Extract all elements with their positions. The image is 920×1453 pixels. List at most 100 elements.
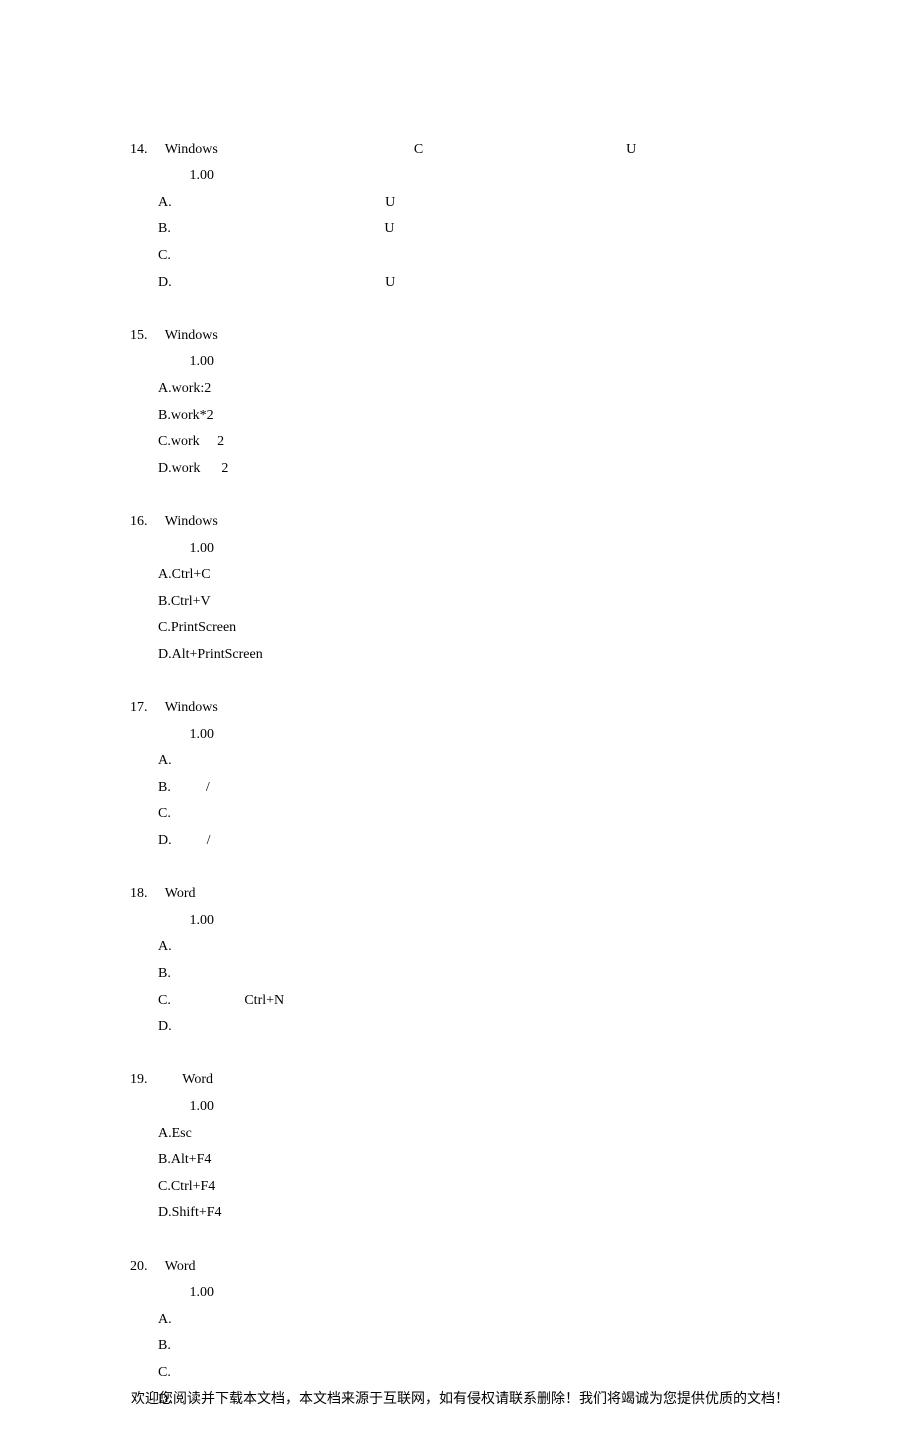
- answer-option: B.Alt+F4: [130, 1147, 790, 1174]
- option-label: C.: [158, 434, 171, 449]
- option-label: C.: [158, 248, 171, 263]
- question-text: 18. Word: [130, 881, 790, 908]
- question-block: 19. Word 1.00 A.EscB.Alt+F4 C.Ctrl+F4D.S…: [130, 1067, 790, 1227]
- option-text: Ctrl+N: [171, 993, 284, 1008]
- answer-option: C.: [130, 243, 790, 270]
- answer-option: B.: [130, 961, 790, 988]
- correct-mark: [252, 434, 266, 449]
- answer-option: C.work 2: [130, 429, 790, 456]
- option-text: [171, 248, 311, 263]
- question-block: 14. Windows C U 1.00 A. U B. U C. D. U: [130, 137, 790, 297]
- section-divider: [130, 296, 790, 323]
- option-label: B.: [158, 1152, 171, 1167]
- option-label: D.: [158, 461, 172, 476]
- answer-option: A.Ctrl+C: [130, 562, 790, 589]
- option-label: D.: [158, 1205, 172, 1220]
- correct-mark: [251, 1338, 265, 1353]
- answer-option: A.: [130, 748, 790, 775]
- option-text: [171, 966, 423, 981]
- section-divider: [130, 668, 790, 695]
- score-line: 1.00: [130, 908, 790, 935]
- option-text: Esc: [172, 1126, 192, 1141]
- option-label: B.: [158, 594, 171, 609]
- answer-option: C.: [130, 801, 790, 828]
- correct-mark: [441, 195, 455, 210]
- option-label: A.: [158, 753, 172, 768]
- answer-option: C. Ctrl+N: [130, 988, 790, 1015]
- answer-option: C.Ctrl+F4: [130, 1174, 790, 1201]
- answer-option: D.work 2: [130, 456, 790, 483]
- option-label: C.: [158, 1179, 171, 1194]
- page: 14. Windows C U 1.00 A. U B. U C. D. U: [0, 0, 920, 1453]
- section-divider: [130, 1227, 790, 1254]
- question-list: 14. Windows C U 1.00 A. U B. U C. D. U: [130, 110, 790, 1413]
- option-label: B.: [158, 780, 171, 795]
- option-text: Ctrl+F4: [171, 1179, 215, 1194]
- option-text: work 2: [172, 461, 229, 476]
- answer-option: A.: [130, 1307, 790, 1334]
- option-text: work 2: [171, 434, 238, 449]
- score-line: 1.00: [130, 163, 790, 190]
- section-divider: [130, 1041, 790, 1068]
- option-text: [171, 1365, 227, 1380]
- answer-option: B.work*2: [130, 403, 790, 430]
- section-divider: [130, 110, 790, 137]
- score-line: 1.00: [130, 349, 790, 376]
- correct-mark: [277, 647, 291, 662]
- option-label: A.: [158, 567, 172, 582]
- question-text: 17. Windows: [130, 695, 790, 722]
- option-label: B.: [158, 966, 171, 981]
- answer-option: B. /: [130, 775, 790, 802]
- answer-option: D.: [130, 1014, 790, 1041]
- option-label: A.: [158, 195, 172, 210]
- option-label: D.: [158, 833, 172, 848]
- answer-option: D. /: [130, 828, 790, 855]
- correct-mark: [441, 1019, 455, 1034]
- score-line: 1.00: [130, 536, 790, 563]
- answer-option: A.work:2: [130, 376, 790, 403]
- option-text: Ctrl+C: [172, 567, 211, 582]
- answer-option: C.: [130, 1360, 790, 1387]
- answer-option: A.Esc: [130, 1121, 790, 1148]
- option-text: work*2: [171, 408, 214, 423]
- answer-option: D. U: [130, 270, 790, 297]
- footer-text: 欢迎您阅读并下载本文档，本文档来源于互联网，如有侵权请联系删除！我们将竭诚为您提…: [0, 1387, 920, 1414]
- option-label: C.: [158, 806, 171, 821]
- score-line: 1.00: [130, 722, 790, 749]
- question-text: 20. Word: [130, 1254, 790, 1281]
- section-divider: [130, 855, 790, 882]
- question-text: 19. Word: [130, 1067, 790, 1094]
- option-text: [172, 1312, 228, 1327]
- question-block: 18. Word 1.00 A. B. C. Ctrl+ND.: [130, 881, 790, 1041]
- option-text: Ctrl+V: [171, 594, 211, 609]
- option-label: B.: [158, 1338, 171, 1353]
- option-text: U: [172, 195, 427, 210]
- question-text: 15. Windows: [130, 323, 790, 350]
- option-text: /: [171, 780, 238, 795]
- option-text: PrintScreen: [171, 620, 236, 635]
- answer-option: B. U: [130, 216, 790, 243]
- correct-mark: [225, 1152, 239, 1167]
- correct-mark: [241, 806, 255, 821]
- option-label: A.: [158, 1126, 172, 1141]
- option-label: A.: [158, 1312, 172, 1327]
- section-divider: [130, 482, 790, 509]
- question-text: 16. Windows: [130, 509, 790, 536]
- option-text: [171, 806, 227, 821]
- option-label: B.: [158, 408, 171, 423]
- option-text: [172, 1019, 368, 1034]
- option-text: Alt+F4: [171, 1152, 212, 1167]
- option-label: C.: [158, 1365, 171, 1380]
- option-text: U: [172, 275, 539, 290]
- score-line: 1.00: [130, 1280, 790, 1307]
- question-block: 17. Windows 1.00 A. B. / C. D. /: [130, 695, 790, 855]
- option-text: U: [171, 221, 426, 236]
- score-line: 1.00: [130, 1094, 790, 1121]
- option-label: B.: [158, 221, 171, 236]
- option-label: A.: [158, 939, 172, 954]
- answer-option: D.Shift+F4: [130, 1200, 790, 1227]
- option-label: A.: [158, 381, 172, 396]
- answer-option: A.: [130, 934, 790, 961]
- question-block: 16. Windows 1.00 A.Ctrl+CB.Ctrl+VC.Print…: [130, 509, 790, 669]
- answer-option: D.Alt+PrintScreen: [130, 642, 790, 669]
